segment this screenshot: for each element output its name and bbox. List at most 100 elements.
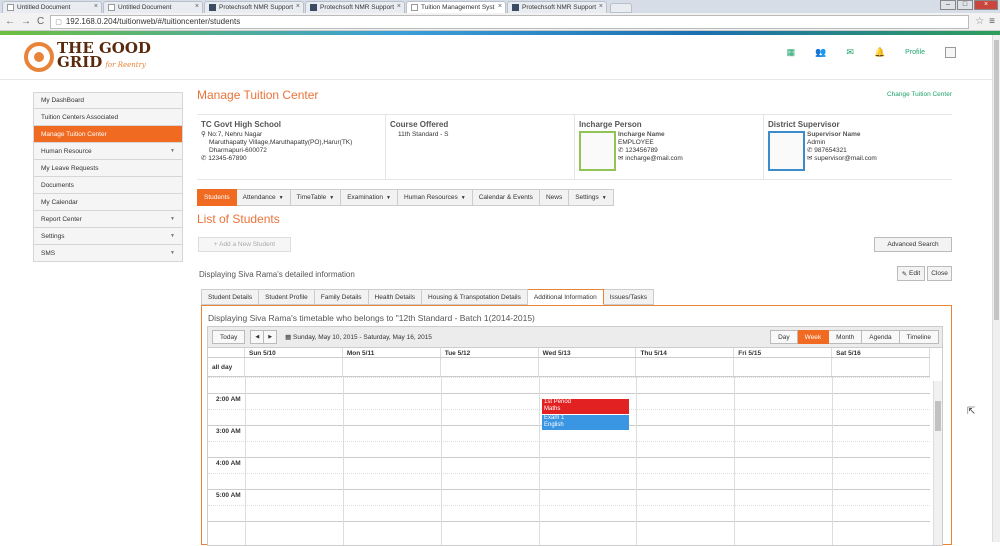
prev-week-icon[interactable]: ◀: [250, 330, 265, 344]
allday-cell[interactable]: [343, 358, 441, 376]
new-tab-button[interactable]: [610, 3, 632, 13]
next-week-icon[interactable]: ▶: [264, 330, 278, 344]
sidebar-item-tuition-centers[interactable]: Tuition Centers Associated: [33, 109, 183, 126]
add-student-button[interactable]: + Add a New Student: [198, 237, 291, 252]
view-agenda-button[interactable]: Agenda: [862, 330, 900, 344]
profile-link[interactable]: Profile: [905, 49, 925, 56]
mail-icon: ✉: [618, 155, 624, 162]
avatar[interactable]: [945, 47, 956, 58]
advanced-search-button[interactable]: Advanced Search: [874, 237, 952, 252]
edit-button[interactable]: ✎ Edit: [897, 266, 925, 281]
sidebar-item-human-resource[interactable]: Human Resource ▼: [33, 143, 183, 160]
grid-icon[interactable]: ▦: [787, 47, 796, 58]
browser-tab[interactable]: Protechsoft NMR Support ×: [305, 1, 405, 13]
view-week-button[interactable]: Week: [797, 330, 830, 344]
tab-family-details[interactable]: Family Details: [314, 289, 369, 305]
supervisor-photo: [768, 131, 805, 171]
tab-housing-details[interactable]: Housing & Transpotation Details: [422, 289, 528, 305]
calendar-scrollbar[interactable]: [933, 381, 942, 545]
chevron-down-icon: ▼: [278, 194, 284, 201]
tab-examination[interactable]: Examination ▼: [341, 189, 398, 206]
star-icon[interactable]: ☆: [975, 16, 984, 27]
event-exam-1[interactable]: Exam 1 English: [542, 415, 629, 430]
mouse-cursor-icon: ⇱: [967, 406, 976, 417]
tab-additional-information[interactable]: Additional Information: [527, 289, 604, 305]
sidebar-item-sms[interactable]: SMS ▼: [33, 245, 183, 262]
scroll-thumb[interactable]: [935, 401, 941, 431]
allday-cell[interactable]: [441, 358, 539, 376]
close-tab-icon[interactable]: ×: [599, 3, 603, 10]
incharge-photo: [579, 131, 616, 171]
tab-news[interactable]: News: [539, 189, 570, 206]
close-tab-icon[interactable]: ×: [498, 3, 502, 10]
day-header: Sat 5/16: [832, 348, 931, 357]
doc-icon: [411, 4, 418, 11]
change-tuition-center-link[interactable]: Change Tuition Center: [887, 91, 952, 98]
back-icon[interactable]: ←: [5, 16, 15, 27]
view-switcher: Day Week Month Agenda Timeline: [770, 330, 939, 344]
incharge-info: Incharge Person Incharge Name EMPLOYEE ✆…: [575, 115, 764, 179]
displaying-info: Displaying Siva Rama's detailed informat…: [199, 270, 355, 279]
calendar: Today ◀ ▶ ▦ Sunday, May 10, 2015 - Satur…: [207, 326, 943, 546]
sidebar-item-manage-tuition-center[interactable]: Manage Tuition Center: [33, 126, 183, 143]
timetable-title: Displaying Siva Rama's timetable who bel…: [208, 313, 535, 323]
close-tab-icon[interactable]: ×: [195, 3, 199, 10]
page-scrollbar[interactable]: [992, 35, 1000, 542]
window-close-icon[interactable]: ×: [974, 0, 998, 10]
browser-tab[interactable]: Untitled Document ×: [103, 1, 203, 13]
tab-student-details[interactable]: Student Details: [201, 289, 260, 305]
tab-student-profile[interactable]: Student Profile: [259, 289, 315, 305]
close-tab-icon[interactable]: ×: [296, 3, 300, 10]
minimize-icon[interactable]: –: [940, 0, 956, 10]
sidebar-item-calendar[interactable]: My Calendar: [33, 194, 183, 211]
browser-tab-active[interactable]: Tuition Management Syst ×: [406, 1, 506, 13]
chevron-down-icon: ▼: [170, 148, 175, 154]
allday-cell[interactable]: [734, 358, 833, 376]
tab-health-details[interactable]: Health Details: [368, 289, 423, 305]
main-tabs: Students Attendance ▼ TimeTable ▼ Examinat…: [197, 189, 614, 206]
reload-icon[interactable]: C: [37, 16, 44, 27]
today-button[interactable]: Today: [212, 330, 246, 344]
tab-issues-tasks[interactable]: Issues/Tasks: [603, 289, 654, 305]
time-label: 5:00 AM: [216, 492, 241, 499]
sidebar-item-report-center[interactable]: Report Center ▼: [33, 211, 183, 228]
tab-settings[interactable]: Settings ▼: [569, 189, 614, 206]
maximize-icon[interactable]: □: [957, 0, 973, 10]
bell-icon[interactable]: 🔔: [874, 47, 885, 58]
allday-cell[interactable]: [245, 358, 343, 376]
logo[interactable]: THE GOOD GRID for Reentry: [24, 41, 151, 72]
allday-cell[interactable]: [539, 358, 637, 376]
pf-icon: [512, 4, 519, 11]
tab-human-resources[interactable]: Human Resources ▼: [397, 189, 473, 206]
time-grid[interactable]: 2:00 AM 3:00 AM 4:00 AM 5:00 AM 1st Peri…: [208, 377, 930, 545]
view-month-button[interactable]: Month: [829, 330, 863, 344]
browser-tab[interactable]: Untitled Document ×: [2, 1, 102, 13]
close-tab-icon[interactable]: ×: [94, 3, 98, 10]
sidebar-item-dashboard[interactable]: My DashBoard: [33, 92, 183, 109]
close-button[interactable]: Close: [927, 266, 952, 281]
menu-icon[interactable]: ≡: [989, 16, 995, 27]
close-tab-icon[interactable]: ×: [397, 3, 401, 10]
supervisor-info: District Supervisor Supervisor Name Admi…: [764, 115, 952, 179]
tab-calendar-events[interactable]: Calendar & Events: [472, 189, 540, 206]
users-icon[interactable]: 👥: [815, 47, 826, 58]
phone-icon: ✆: [618, 147, 624, 154]
sidebar-item-leave-requests[interactable]: My Leave Requests: [33, 160, 183, 177]
course-info: Course Offered 11th Standard - S: [386, 115, 575, 179]
forward-icon[interactable]: →: [21, 16, 31, 27]
event-1st-period[interactable]: 1st Period Maths: [542, 399, 629, 414]
mail-icon[interactable]: ✉: [846, 47, 854, 58]
scroll-thumb[interactable]: [994, 40, 999, 320]
url-input[interactable]: ▢ 192.168.0.204/tuitionweb/#/tuitioncente…: [50, 14, 970, 29]
tab-attendance[interactable]: Attendance ▼: [236, 189, 291, 206]
tab-timetable[interactable]: TimeTable ▼: [290, 189, 342, 206]
view-day-button[interactable]: Day: [770, 330, 798, 344]
allday-cell[interactable]: [832, 358, 931, 376]
view-timeline-button[interactable]: Timeline: [899, 330, 939, 344]
browser-tab[interactable]: Protechsoft NMR Support ×: [204, 1, 304, 13]
sidebar-item-settings[interactable]: Settings ▼: [33, 228, 183, 245]
allday-cell[interactable]: [636, 358, 735, 376]
sidebar-item-documents[interactable]: Documents: [33, 177, 183, 194]
browser-tab[interactable]: Protechsoft NMR Support ×: [507, 1, 607, 13]
tab-students[interactable]: Students: [197, 189, 237, 206]
